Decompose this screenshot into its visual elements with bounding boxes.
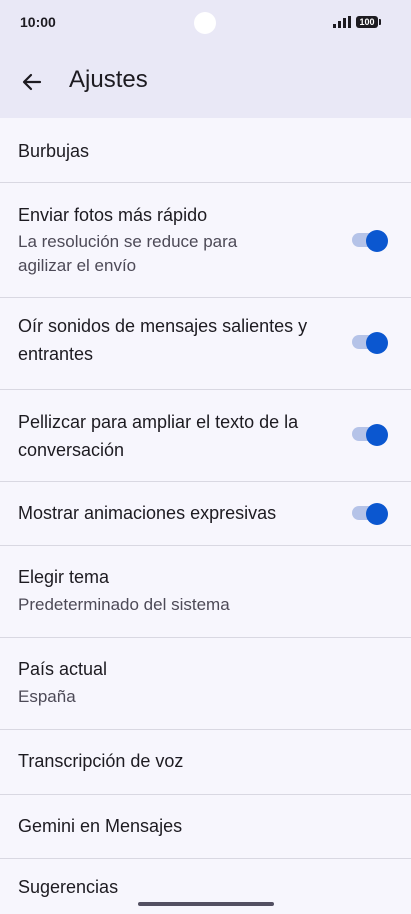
- setting-title: Burbujas: [18, 141, 90, 161]
- toggle-thumb: [366, 230, 388, 252]
- setting-send-photos-faster[interactable]: Enviar fotos más rápido La resolución se…: [0, 183, 411, 298]
- setting-title: Pellizcar para ampliar el texto de la: [18, 412, 299, 432]
- setting-title: entrantes: [18, 344, 94, 364]
- page-title: Ajustes: [69, 66, 148, 93]
- status-bar: 10:00 100: [0, 0, 411, 44]
- settings-list: Burbujas Enviar fotos más rápido La reso…: [0, 118, 411, 899]
- setting-title: País actual: [18, 659, 108, 679]
- setting-expressive-animations[interactable]: Mostrar animaciones expresivas: [0, 482, 411, 546]
- setting-subtitle: Predeterminado del sistema: [18, 595, 230, 614]
- home-indicator[interactable]: [138, 902, 274, 906]
- setting-suggestions[interactable]: Sugerencias: [0, 859, 411, 899]
- setting-title: conversación: [18, 440, 125, 460]
- camera-cutout: [194, 12, 216, 34]
- toggle-thumb: [366, 503, 388, 525]
- setting-choose-theme[interactable]: Elegir tema Predeterminado del sistema: [0, 546, 411, 638]
- setting-title: Oír sonidos de mensajes salientes y: [18, 316, 308, 336]
- setting-voice-transcription[interactable]: Transcripción de voz: [0, 730, 411, 795]
- setting-pinch-zoom[interactable]: Pellizcar para ampliar el texto de la co…: [0, 390, 411, 482]
- setting-subtitle: La resolución se reduce para: [18, 232, 238, 251]
- top-app-bar: 10:00 100 Ajustes: [0, 0, 411, 118]
- battery-tip: [379, 19, 381, 25]
- status-time: 10:00: [20, 14, 56, 30]
- setting-current-country[interactable]: País actual España: [0, 638, 411, 730]
- setting-title: Gemini en Mensajes: [18, 816, 183, 836]
- setting-title: Elegir tema: [18, 567, 110, 587]
- toggle-thumb: [366, 424, 388, 446]
- battery-level: 100: [359, 17, 375, 27]
- setting-title: Sugerencias: [18, 877, 119, 897]
- pinch-zoom-toggle[interactable]: [352, 424, 388, 446]
- setting-message-sounds[interactable]: Oír sonidos de mensajes salientes y entr…: [0, 298, 411, 390]
- setting-title: Mostrar animaciones expresivas: [18, 503, 277, 523]
- setting-subtitle: España: [18, 687, 76, 706]
- send-photos-toggle[interactable]: [352, 230, 388, 252]
- message-sounds-toggle[interactable]: [352, 332, 388, 354]
- setting-title: Transcripción de voz: [18, 751, 184, 771]
- battery-icon: 100: [356, 16, 378, 28]
- arrow-left-icon[interactable]: [18, 68, 46, 96]
- toggle-thumb: [366, 332, 388, 354]
- setting-gemini-in-messages[interactable]: Gemini en Mensajes: [0, 795, 411, 859]
- setting-subtitle: agilizar el envío: [18, 256, 137, 275]
- signal-icon: [333, 16, 351, 28]
- expressive-animations-toggle[interactable]: [352, 503, 388, 525]
- setting-title: Enviar fotos más rápido: [18, 205, 208, 225]
- setting-bubbles[interactable]: Burbujas: [0, 118, 411, 183]
